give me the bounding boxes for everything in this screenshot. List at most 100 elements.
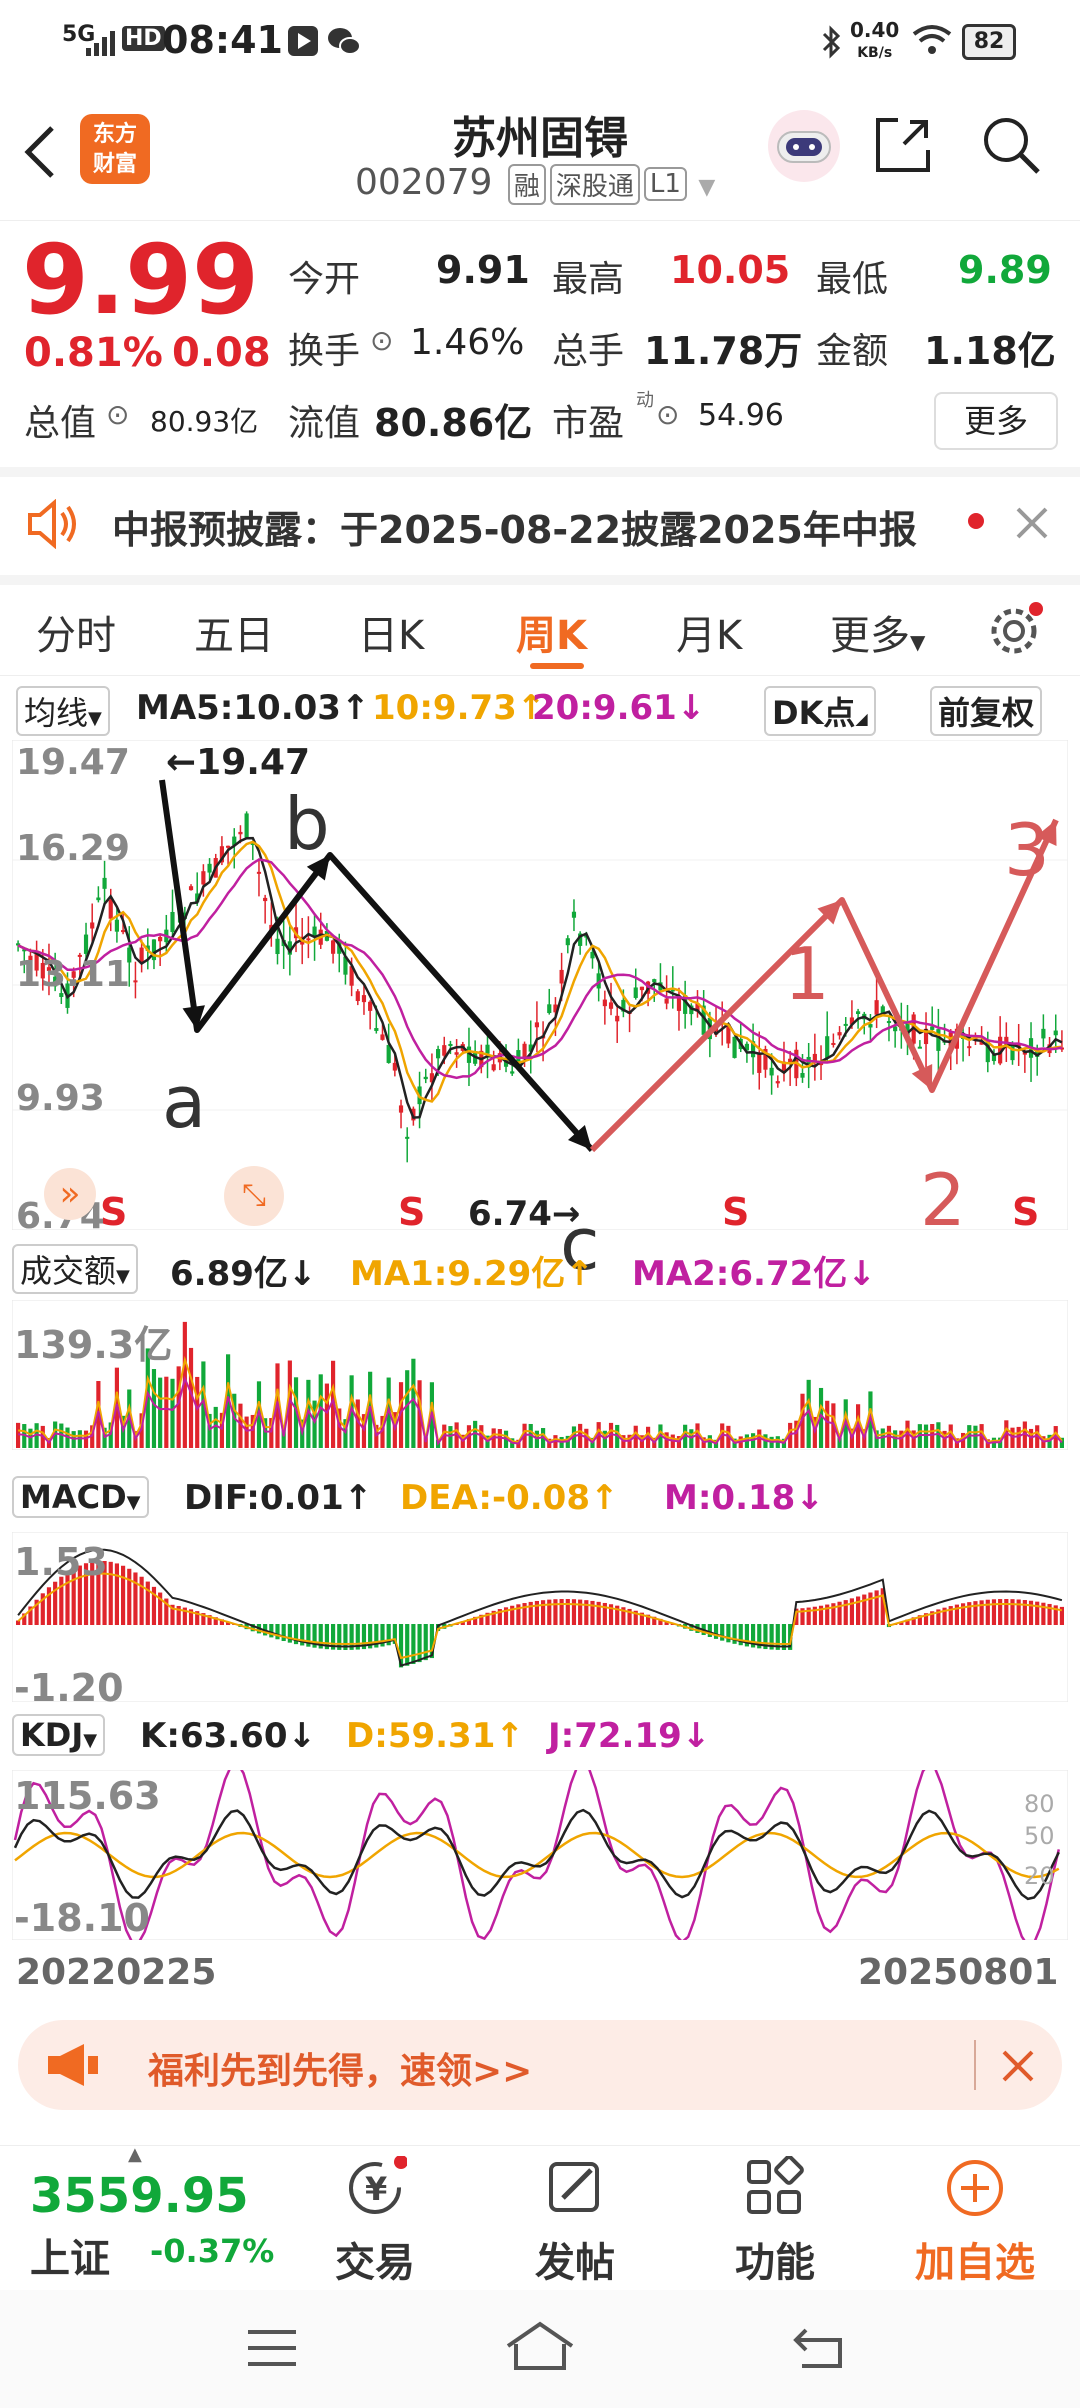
kdj-d: D:59.31↑ <box>346 1716 524 1756</box>
notice-text: 中报预披露：于2025-08-22披露2025年中报 <box>112 508 917 552</box>
tab-more[interactable]: 更多▼ <box>830 603 925 661</box>
macd-histogram-bar <box>991 1599 997 1625</box>
nav-post[interactable]: 发帖 <box>500 2156 650 2288</box>
fullscreen-icon[interactable]: ⤡ <box>224 1166 284 1226</box>
macd-histogram-bar <box>108 1561 113 1625</box>
kdj-k-line <box>13 1808 1060 1901</box>
annotation-1: 1 <box>784 932 830 1016</box>
status-bar: 5G HD 08:41 0.40 KB/s 82 <box>0 0 1080 84</box>
bluetooth-icon <box>822 25 841 59</box>
tab-monthly[interactable]: 月K <box>676 603 742 661</box>
nav-functions[interactable]: 功能 <box>700 2155 850 2288</box>
macd-histogram-bar <box>707 1624 712 1637</box>
annotation-3: 3 <box>1004 808 1050 892</box>
candle-body <box>306 938 311 941</box>
margin-tag: 融 <box>507 163 546 205</box>
search-icon[interactable] <box>980 114 1044 178</box>
close-icon[interactable] <box>1012 503 1052 543</box>
candle-body <box>510 1071 515 1074</box>
more-button[interactable]: 更多 <box>934 392 1058 450</box>
macd-histogram-bar <box>720 1624 725 1641</box>
y-label-3: 13.11 <box>16 954 130 995</box>
net-speed-unit: KB/s <box>857 45 893 61</box>
macd-selector[interactable]: MACD▼ <box>12 1476 149 1518</box>
macd-histogram-bar <box>139 1576 144 1625</box>
nav-add-watchlist[interactable]: 加自选 <box>900 2156 1050 2288</box>
expand-left-icon[interactable]: » <box>44 1168 96 1220</box>
macd-panel[interactable] <box>12 1532 1068 1702</box>
sell-signal: S <box>1012 1190 1040 1234</box>
close-icon[interactable] <box>998 2046 1038 2086</box>
float-label: 流值 <box>288 403 361 444</box>
promo-banner[interactable]: 福利先到先得，速领>> <box>18 2020 1062 2110</box>
volume-bar <box>448 1426 453 1448</box>
macd-histogram-bar <box>1010 1599 1015 1625</box>
nav-post-label: 发帖 <box>535 2240 615 2286</box>
volume-bar <box>930 1424 935 1448</box>
candle-body <box>868 1024 873 1028</box>
kdj-level-80: 80 <box>1024 1790 1055 1818</box>
adjust-button[interactable]: 前复权 <box>930 686 1043 736</box>
tab-five-day[interactable]: 五日 <box>194 603 274 661</box>
y-label-4: 9.93 <box>16 1078 105 1119</box>
ma20-line <box>17 858 1063 1080</box>
volume-bar <box>158 1377 163 1448</box>
kdj-k: K:63.60↓ <box>140 1716 316 1756</box>
index-value[interactable]: 3559.95 <box>30 2168 249 2224</box>
tab-minute[interactable]: 分时 <box>36 603 116 661</box>
tab-daily[interactable]: 日K <box>358 603 424 661</box>
home-icon[interactable] <box>504 2320 576 2372</box>
kdj-panel[interactable] <box>12 1770 1068 1940</box>
active-tab-indicator <box>530 663 584 669</box>
index-name[interactable]: 上证 <box>30 2226 110 2284</box>
candle-body <box>331 940 336 954</box>
macd-histogram-bar <box>114 1563 119 1625</box>
candle-body <box>275 938 280 955</box>
open-label: 今开 <box>288 259 361 300</box>
tab-weekly[interactable]: 周K <box>516 603 587 661</box>
mktcap-label: 总值 <box>24 403 97 444</box>
candle-body <box>96 897 101 901</box>
macd-histogram-bar <box>713 1624 719 1639</box>
ma5-value: MA5:10.03↑ <box>136 688 370 728</box>
nav-trade[interactable]: ¥ 交易 <box>300 2155 450 2288</box>
candle-body <box>374 1028 379 1031</box>
kline-panel[interactable] <box>12 740 1068 1230</box>
dk-point-button[interactable]: DK点◢ <box>764 686 876 736</box>
candle-body <box>423 1076 428 1080</box>
gear-icon[interactable] <box>986 599 1046 659</box>
candle-body <box>114 919 119 932</box>
robot-assistant-icon[interactable] <box>766 108 842 184</box>
macd-histogram-bar <box>405 1624 410 1666</box>
candle-body <box>244 813 249 838</box>
volume-selector[interactable]: 成交额▼ <box>12 1244 138 1294</box>
low-value: 9.89 <box>958 248 1052 292</box>
net-speed: 0.40 KB/s <box>850 20 899 63</box>
bottom-nav: ▲ 3559.95 上证 -0.37% ¥ 交易 发帖 功能 加自选 <box>0 2144 1080 2291</box>
index-change: -0.37% <box>150 2232 275 2270</box>
share-icon[interactable] <box>872 114 934 176</box>
macd-histogram-bar <box>559 1599 564 1625</box>
info-icon[interactable]: ⊙ <box>106 398 129 431</box>
candle-body <box>547 1004 552 1014</box>
info-icon[interactable]: ⊙ <box>656 398 679 431</box>
ma-selector[interactable]: 均线▼ <box>16 686 110 736</box>
date-start: 20220225 <box>16 1952 217 1993</box>
dropdown-icon: ▼ <box>88 708 102 729</box>
back-nav-icon[interactable] <box>790 2322 850 2372</box>
notice-bar[interactable]: 中报预披露：于2025-08-22披露2025年中报 <box>0 475 1080 585</box>
annotation-b: b <box>284 782 330 866</box>
menu-icon[interactable] <box>244 2326 300 2370</box>
candle-body <box>769 1067 774 1076</box>
candle-body <box>263 897 268 902</box>
candle-body <box>800 1073 805 1078</box>
wechat-icon <box>328 28 361 55</box>
play-icon <box>288 26 318 56</box>
candle-body <box>355 991 360 1002</box>
info-icon[interactable]: ⊙ <box>370 324 393 357</box>
stock-code-line[interactable]: 002079 融深股通 L1 ▼ <box>355 162 715 205</box>
volume-bar <box>16 1422 21 1448</box>
kdj-level-50: 50 <box>1024 1822 1055 1850</box>
kdj-selector[interactable]: KDJ▼ <box>12 1714 106 1756</box>
candle-body <box>188 886 194 891</box>
